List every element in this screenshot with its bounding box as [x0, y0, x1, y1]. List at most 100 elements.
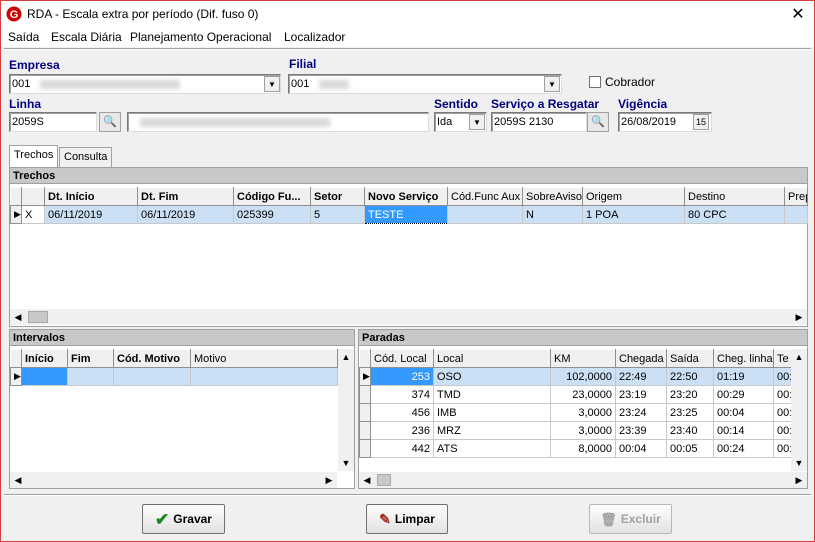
col-codigo-func[interactable]: Código Fu... — [233, 187, 311, 206]
cell-cod-aux[interactable] — [447, 205, 523, 224]
col-dt-fim[interactable]: Dt. Fim — [137, 187, 234, 206]
limpar-button[interactable]: ✎ Limpar — [366, 504, 448, 534]
scroll-left-icon[interactable]: ◀ — [10, 472, 26, 488]
cell-saida[interactable]: 00:05 — [666, 439, 714, 458]
cell-km[interactable]: 3,0000 — [550, 421, 616, 440]
col-fim[interactable]: Fim — [67, 349, 114, 368]
cell-sobreaviso[interactable]: N — [522, 205, 583, 224]
scroll-thumb[interactable] — [377, 474, 391, 486]
cell-te[interactable]: 00: — [773, 367, 792, 386]
paradas-vscrollbar[interactable]: ▲ ▼ — [791, 349, 807, 471]
col-origem[interactable]: Origem — [582, 187, 685, 206]
menu-saida[interactable]: Saída — [8, 30, 39, 44]
cell-te[interactable]: 00: — [773, 421, 792, 440]
intervalos-vscrollbar[interactable]: ▲ ▼ — [338, 349, 354, 471]
trechos-hscrollbar[interactable]: ◀ ▶ — [10, 309, 807, 325]
cell-saida[interactable]: 23:40 — [666, 421, 714, 440]
col-chegada[interactable]: Chegada — [615, 349, 667, 368]
cobrador-checkbox[interactable] — [589, 76, 601, 88]
col-dt-inicio[interactable]: Dt. Início — [44, 187, 138, 206]
cell-te[interactable]: 00: — [773, 385, 792, 404]
filial-dropdown-icon[interactable]: ▼ — [544, 76, 560, 92]
cell-setor[interactable]: 5 — [310, 205, 365, 224]
row-mark[interactable]: X — [21, 205, 45, 224]
cell-cheg-linha[interactable]: 00:24 — [713, 439, 774, 458]
table-row[interactable]: ▶ — [10, 367, 338, 386]
scroll-right-icon[interactable]: ▶ — [791, 309, 807, 325]
calendar-icon[interactable]: 15 — [693, 114, 709, 130]
cell-local[interactable]: OSO — [433, 367, 551, 386]
menu-localizador[interactable]: Localizador — [284, 30, 345, 44]
cell-cheg-linha[interactable]: 00:29 — [713, 385, 774, 404]
cell-cheg-linha[interactable]: 00:04 — [713, 403, 774, 422]
table-row[interactable]: ▶ 253 OSO 102,0000 22:49 22:50 01:19 00: — [359, 367, 792, 386]
menu-escala-diaria[interactable]: Escala Diária — [51, 30, 122, 44]
empresa-dropdown-icon[interactable]: ▼ — [264, 76, 280, 92]
cell-motivo[interactable] — [190, 367, 338, 386]
col-motivo[interactable]: Motivo — [190, 349, 338, 368]
col-cod-local[interactable]: Cód. Local — [370, 349, 434, 368]
cell-chegada[interactable]: 23:24 — [615, 403, 667, 422]
col-local[interactable]: Local — [433, 349, 551, 368]
servico-input[interactable]: 2059S 2130 — [491, 112, 587, 132]
menu-planejamento[interactable]: Planejamento Operacional — [130, 30, 271, 44]
cell-cod-local[interactable]: 236 — [370, 421, 434, 440]
cell-cod-local[interactable]: 456 — [370, 403, 434, 422]
col-destino[interactable]: Destino — [684, 187, 785, 206]
gravar-button[interactable]: ✔ Gravar — [142, 504, 225, 534]
cell-cheg-linha[interactable]: 00:14 — [713, 421, 774, 440]
scroll-down-icon[interactable]: ▼ — [791, 455, 807, 471]
cell-cod-local[interactable]: 374 — [370, 385, 434, 404]
cell-origem[interactable]: 1 POA — [582, 205, 685, 224]
cell-chegada[interactable]: 22:49 — [615, 367, 667, 386]
paradas-hscrollbar[interactable]: ◀ ▶ — [359, 472, 807, 488]
cell-saida[interactable]: 23:25 — [666, 403, 714, 422]
col-saida[interactable]: Saída — [666, 349, 714, 368]
cell-cod-local[interactable]: 253 — [370, 367, 434, 386]
col-cod-func-aux[interactable]: Cód.Func Aux — [447, 187, 523, 206]
cell-dt-fim[interactable]: 06/11/2019 — [137, 205, 234, 224]
table-row[interactable]: 236 MRZ 3,0000 23:39 23:40 00:14 00: — [359, 421, 792, 440]
cell-fim[interactable] — [67, 367, 114, 386]
col-novo-servico[interactable]: Novo Serviço — [364, 187, 448, 206]
cell-local[interactable]: ATS — [433, 439, 551, 458]
excluir-button[interactable]: 🗑 Excluir — [589, 504, 672, 534]
col-inicio[interactable]: Início — [21, 349, 68, 368]
col-te[interactable]: Te — [773, 349, 792, 368]
cell-local[interactable]: IMB — [433, 403, 551, 422]
intervalos-hscrollbar[interactable]: ◀ ▶ — [10, 472, 337, 488]
servico-search-icon[interactable]: 🔍 — [587, 112, 609, 132]
cell-km[interactable]: 102,0000 — [550, 367, 616, 386]
tab-trechos[interactable]: Trechos — [9, 145, 59, 167]
cell-cheg-linha[interactable]: 01:19 — [713, 367, 774, 386]
cell-saida[interactable]: 22:50 — [666, 367, 714, 386]
cell-km[interactable]: 8,0000 — [550, 439, 616, 458]
cell-chegada[interactable]: 23:39 — [615, 421, 667, 440]
cell-local[interactable]: TMD — [433, 385, 551, 404]
close-icon[interactable]: ✕ — [788, 4, 808, 24]
cell-chegada[interactable]: 00:04 — [615, 439, 667, 458]
scroll-down-icon[interactable]: ▼ — [338, 455, 354, 471]
table-row[interactable]: 442 ATS 8,0000 00:04 00:05 00:24 00: — [359, 439, 792, 458]
linha-input[interactable]: 2059S — [9, 112, 97, 132]
scroll-thumb[interactable] — [28, 311, 48, 323]
table-row[interactable]: 456 IMB 3,0000 23:24 23:25 00:04 00: — [359, 403, 792, 422]
cell-km[interactable]: 3,0000 — [550, 403, 616, 422]
table-row[interactable]: 374 TMD 23,0000 23:19 23:20 00:29 00: — [359, 385, 792, 404]
col-cheg-linha[interactable]: Cheg. linha — [713, 349, 774, 368]
col-setor[interactable]: Setor — [310, 187, 365, 206]
scroll-right-icon[interactable]: ▶ — [791, 472, 807, 488]
filial-select[interactable]: 001 — [288, 74, 562, 94]
cell-cod-local[interactable]: 442 — [370, 439, 434, 458]
cell-codigo[interactable]: 025399 — [233, 205, 311, 224]
cell-dt-inicio[interactable]: 06/11/2019 — [44, 205, 138, 224]
cell-novo-servico[interactable]: TESTE — [364, 205, 448, 224]
cell-destino[interactable]: 80 CPC — [684, 205, 785, 224]
cell-km[interactable]: 23,0000 — [550, 385, 616, 404]
col-sobreaviso[interactable]: SobreAviso — [522, 187, 583, 206]
linha-search-icon[interactable]: 🔍 — [99, 112, 121, 132]
scroll-left-icon[interactable]: ◀ — [359, 472, 375, 488]
cell-local[interactable]: MRZ — [433, 421, 551, 440]
cell-saida[interactable]: 23:20 — [666, 385, 714, 404]
cell-inicio[interactable] — [21, 367, 68, 386]
